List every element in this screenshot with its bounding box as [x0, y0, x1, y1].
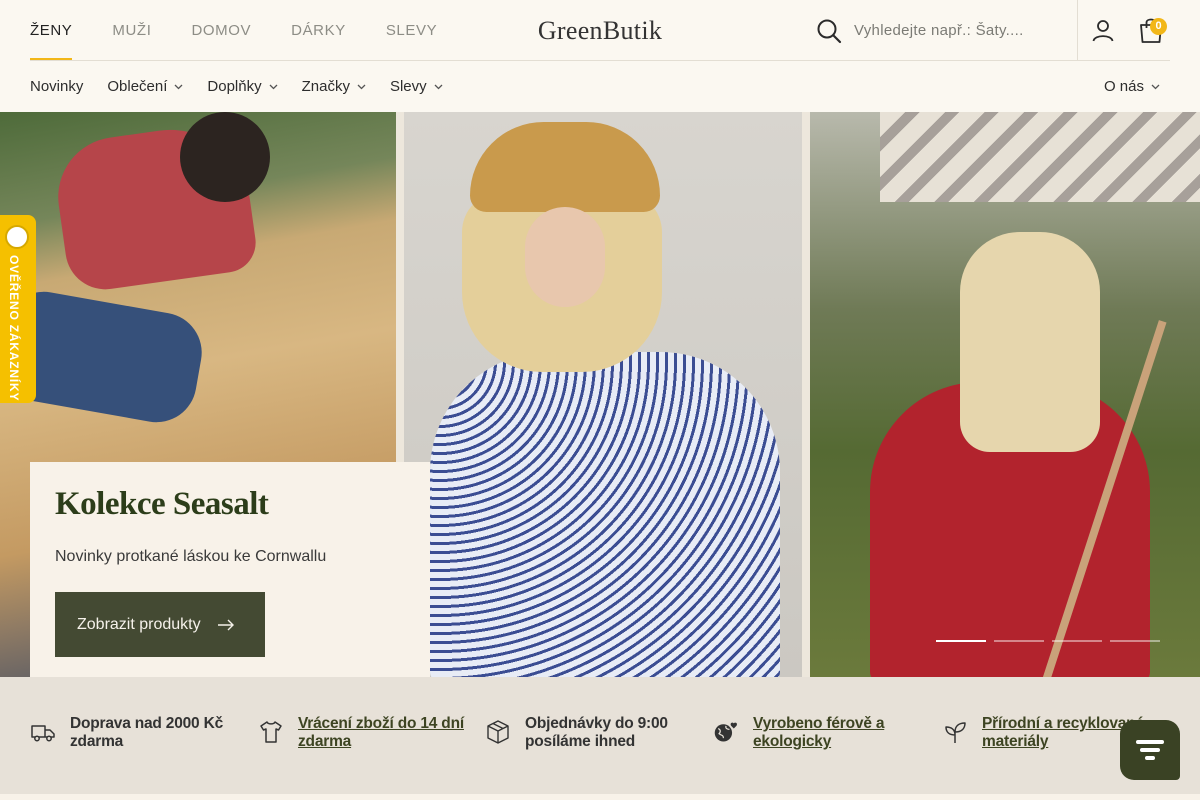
benefit-text[interactable]: Vyrobeno férově a ekologicky [753, 715, 903, 751]
box-icon [487, 720, 509, 744]
torn-divider [802, 112, 810, 677]
subnav-znacky[interactable]: Značky [302, 78, 366, 95]
leaf-icon [945, 722, 966, 743]
photo-detail [180, 112, 270, 202]
benefit-text: Doprava nad 2000 Kč zdarma [70, 715, 223, 750]
torn-edge [0, 794, 1200, 800]
search-input[interactable] [854, 22, 1054, 39]
button-label: Zobrazit produkty [77, 615, 201, 633]
subnav-slevy[interactable]: Slevy [390, 78, 443, 95]
hero-card: Kolekce Seasalt Novinky protkané láskou … [30, 462, 430, 694]
slider-dots [936, 640, 1160, 642]
sub-nav: Novinky Oblečení Doplňky Značky Slevy [30, 61, 443, 112]
verified-customers-badge[interactable]: OVĚŘENO ZÁKAZNÍKY [0, 215, 36, 403]
photo-detail [525, 207, 605, 307]
subnav-doplnky[interactable]: Doplňky [207, 78, 278, 95]
hero-subtitle: Novinky protkané láskou ke Cornwallu [55, 548, 327, 565]
benefit-text[interactable]: Vrácení zboží do 14 dní zdarma [298, 715, 468, 751]
badge-label: OVĚŘENO ZÁKAZNÍKY [7, 255, 21, 402]
subnav-obleceni[interactable]: Oblečení [107, 78, 183, 95]
subnav-label: O nás [1103, 78, 1144, 95]
subnav-label: Novinky [30, 78, 84, 95]
chevron-down-icon [357, 84, 366, 89]
subnav-label: Oblečení [107, 78, 168, 95]
chevron-down-icon [434, 84, 443, 89]
slider-dot[interactable] [936, 640, 986, 642]
subnav-o-nas[interactable]: O nás [1104, 61, 1160, 112]
photo-detail [430, 352, 780, 677]
chevron-down-icon [269, 84, 278, 89]
globe-heart-icon [714, 722, 737, 742]
chat-icon [1136, 740, 1164, 760]
slider-dot[interactable] [994, 640, 1044, 642]
top-bar: ŽENY MUŽI DOMOV DÁRKY SLEVY GreenButik 0 [0, 0, 1200, 61]
chat-button[interactable] [1120, 720, 1180, 780]
benefit-orders: Objednávky do 9:00 posíláme ihned [485, 715, 690, 751]
photo-detail [960, 232, 1100, 452]
benefit-text: Objednávky do 9:00 posíláme ihned [525, 715, 668, 750]
benefit-fair[interactable]: Vyrobeno férově a ekologicky [713, 715, 903, 751]
user-icon[interactable] [1091, 18, 1115, 42]
benefit-shipping: Doprava nad 2000 Kč zdarma [30, 715, 240, 751]
subnav-label: Slevy [389, 78, 427, 95]
show-products-button[interactable]: Zobrazit produkty [55, 592, 265, 657]
subnav-label: Doplňky [207, 78, 262, 95]
verified-seal-icon [5, 225, 29, 249]
slider-dot[interactable] [1052, 640, 1102, 642]
tshirt-icon [260, 721, 282, 743]
search-bar [816, 0, 1078, 61]
cart-count-badge: 0 [1150, 18, 1167, 35]
photo-detail [880, 112, 1200, 202]
arrow-right-icon [217, 619, 234, 630]
search-icon[interactable] [816, 18, 842, 44]
benefit-returns[interactable]: Vrácení zboží do 14 dní zdarma [258, 715, 468, 751]
benefits-strip: Doprava nad 2000 Kč zdarma Vrácení zboží… [0, 677, 1200, 800]
chevron-down-icon [174, 84, 183, 89]
benefit-materials[interactable]: Přírodní a recyklované materiály [942, 715, 1147, 751]
subnav-label: Značky [301, 78, 350, 95]
subnav-novinky[interactable]: Novinky [30, 78, 83, 95]
slider-dot[interactable] [1110, 640, 1160, 642]
hero-title: Kolekce Seasalt [55, 486, 269, 522]
chevron-down-icon [1151, 84, 1160, 89]
truck-icon [31, 725, 55, 742]
